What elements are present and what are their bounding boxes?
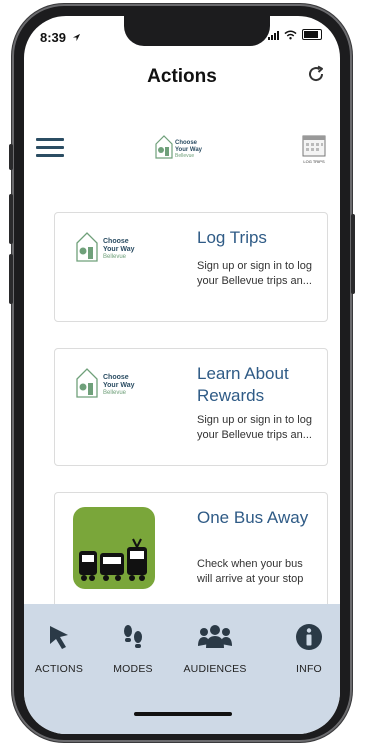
choose-your-way-card-logo: Choose Your Way Bellevue	[76, 232, 135, 262]
card-logo-line2: Your Way	[103, 246, 135, 253]
card-logo-line2: Your Way	[103, 382, 135, 389]
status-time-text: 8:39	[40, 30, 67, 45]
card-logo-line3: Bellevue	[103, 254, 127, 260]
nav-label: AUDIENCES	[183, 663, 247, 675]
logo-text-line1: Choose	[175, 140, 198, 146]
log-trips-icon-label: LOG TRIPS	[303, 159, 325, 164]
people-group-icon	[198, 625, 232, 648]
refresh-button[interactable]	[306, 64, 326, 90]
nav-label: INFO	[296, 663, 322, 675]
card-title: One Bus Away	[197, 508, 309, 527]
volume-up-button	[9, 194, 13, 244]
status-time: 8:39	[40, 30, 81, 45]
bottom-nav: ACTIONS MODES AUDIENCES INFO	[24, 604, 340, 734]
battery-icon	[302, 29, 322, 40]
wifi-icon	[284, 30, 297, 39]
status-icons	[268, 29, 322, 40]
footsteps-icon	[124, 625, 142, 648]
cursor-arrow-icon	[50, 626, 68, 649]
nav-item-audiences[interactable]: AUDIENCES	[180, 622, 250, 675]
app-screen: 8:39 Actions Choose Your Way Bellevue LO…	[24, 16, 340, 734]
notch	[124, 16, 270, 46]
card-title: Log Trips	[197, 228, 267, 247]
one-bus-away-logo	[73, 507, 155, 589]
card-logo-line1: Choose	[103, 374, 129, 381]
nav-label: ACTIONS	[34, 663, 84, 675]
choose-your-way-logo: Choose Your Way Bellevue	[155, 135, 203, 159]
nav-item-info[interactable]: INFO	[274, 622, 340, 675]
app-toolbar: Choose Your Way Bellevue LOG TRIPS	[24, 128, 340, 176]
card-logo-line1: Choose	[103, 238, 129, 245]
card-description: Sign up or sign in to log your Bellevue …	[197, 414, 312, 441]
log-trips-calendar-icon[interactable]: LOG TRIPS	[300, 132, 328, 166]
card-log-trips[interactable]: Choose Your Way Bellevue Log Trips Sign …	[54, 212, 328, 322]
mute-switch	[9, 144, 13, 170]
signal-icon	[268, 30, 279, 40]
location-arrow-icon	[72, 33, 80, 42]
nav-item-modes[interactable]: MODES	[98, 622, 168, 675]
power-button	[351, 214, 355, 294]
refresh-icon	[309, 65, 324, 82]
card-learn-about-rewards[interactable]: Choose Your Way Bellevue Learn About Rew…	[54, 348, 328, 466]
menu-button[interactable]	[36, 138, 64, 162]
card-title: Learn About Rewards	[197, 364, 289, 405]
info-circle-icon	[296, 624, 322, 650]
card-description: Sign up or sign in to log your Bellevue …	[197, 260, 312, 287]
card-logo-line3: Bellevue	[103, 390, 127, 396]
choose-your-way-card-logo: Choose Your Way Bellevue	[76, 368, 135, 398]
nav-label: MODES	[113, 663, 153, 675]
logo-text-line3: Bellevue	[175, 153, 194, 159]
card-description: Check when your bus will arrive at your …	[197, 558, 304, 585]
home-indicator[interactable]	[134, 712, 232, 716]
page-title: Actions	[147, 66, 217, 87]
nav-item-actions[interactable]: ACTIONS	[24, 622, 94, 675]
volume-down-button	[9, 254, 13, 304]
